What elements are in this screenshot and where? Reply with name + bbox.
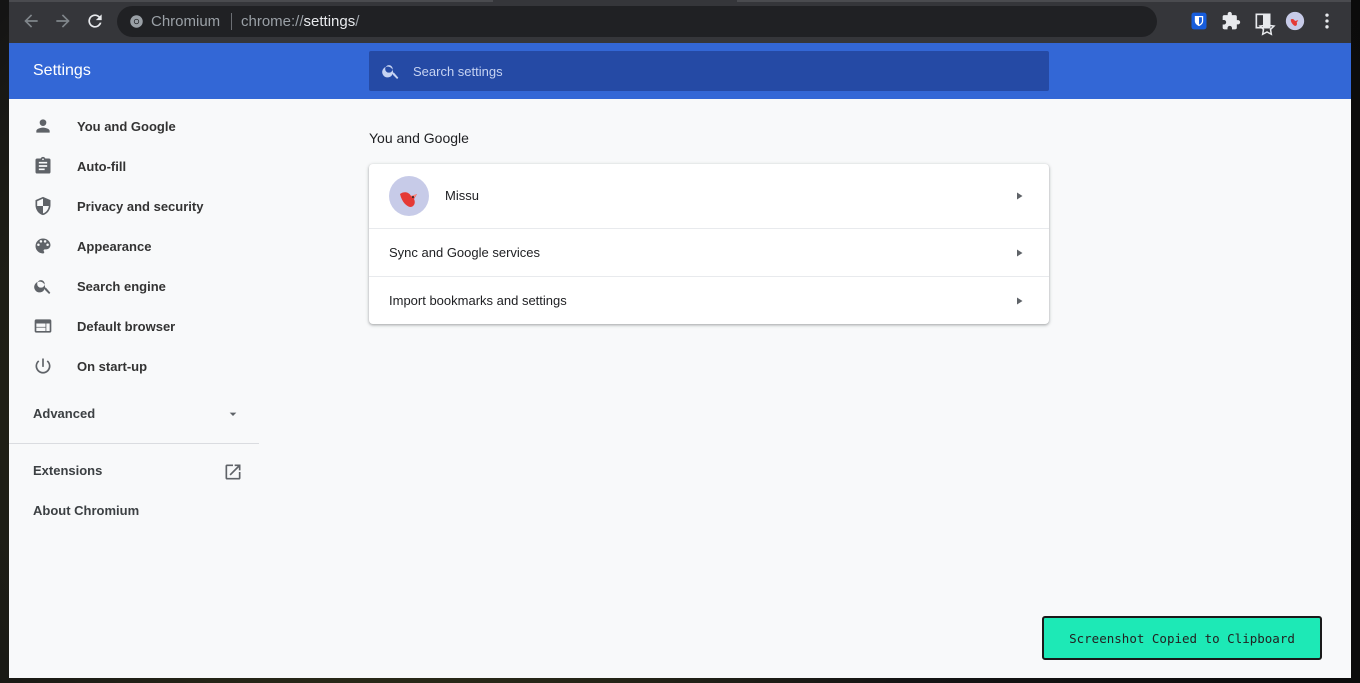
bitwarden-extension-button[interactable] [1187, 9, 1211, 33]
menu-button[interactable] [1315, 9, 1339, 33]
omnibox-divider [231, 13, 232, 30]
import-row[interactable]: Import bookmarks and settings [369, 277, 1049, 324]
sidebar-item-label: On start-up [77, 358, 148, 374]
sidebar-item-label: Default browser [77, 318, 176, 334]
person-icon [36, 119, 50, 133]
sidebar-item-label: Search engine [77, 278, 166, 294]
side-panel-button[interactable] [1251, 9, 1275, 33]
arrow-left-icon [24, 14, 38, 28]
browser-window: Chromium chrome://settings/ Settings Sea… [9, 0, 1351, 678]
search-icon [382, 65, 399, 79]
import-label: Import bookmarks and settings [389, 293, 567, 308]
address-bar[interactable]: Chromium chrome://settings/ [117, 6, 1276, 37]
arrow-right-icon [56, 14, 70, 28]
kebab-menu-icon [1325, 13, 1329, 29]
extensions-button[interactable] [1219, 9, 1243, 33]
extensions-label: Extensions [33, 463, 103, 478]
sidebar-advanced-toggle[interactable]: Advanced [9, 394, 259, 434]
sidebar-item-autofill[interactable]: Auto-fill [9, 146, 259, 186]
clipboard-icon [35, 156, 51, 174]
sidebar-item-label: Auto-fill [77, 158, 127, 174]
advanced-label: Advanced [33, 406, 96, 421]
caret-down-icon [229, 412, 237, 416]
settings-header: Settings [9, 43, 1351, 99]
sidebar-item-appearance[interactable]: Appearance [9, 226, 259, 266]
site-name: Chromium [151, 13, 221, 30]
profile-name: Missu [445, 188, 479, 203]
sidebar-item-default-browser[interactable]: Default browser [9, 306, 259, 346]
toast-message: Screenshot Copied to Clipboard [1069, 630, 1295, 646]
you-and-google-card: Missu Sync and Google services Import bo… [369, 164, 1049, 324]
profile-button[interactable] [1283, 9, 1307, 33]
forward-button[interactable] [51, 9, 75, 33]
avatar [389, 176, 429, 216]
sidebar-item-extensions[interactable]: Extensions [9, 451, 259, 491]
url-path: / [355, 13, 360, 30]
back-button[interactable] [19, 9, 43, 33]
section-title: You and Google [369, 130, 469, 146]
bitwarden-shield-icon [1191, 12, 1207, 30]
reload-icon [88, 14, 102, 28]
sidebar-item-label: Appearance [77, 238, 152, 254]
url-text: chrome://settings/ [241, 13, 359, 30]
power-icon [35, 358, 51, 374]
about-label: About Chromium [33, 503, 140, 518]
sidebar-item-label: Privacy and security [77, 198, 204, 214]
arrow-right-icon [1017, 192, 1023, 200]
sidebar-item-you-and-google[interactable]: You and Google [9, 106, 259, 146]
chromium-icon [130, 15, 143, 28]
sync-label: Sync and Google services [389, 245, 541, 260]
profile-avatar-icon [1285, 11, 1305, 31]
search-input[interactable] [413, 51, 1033, 91]
reload-button[interactable] [83, 9, 107, 33]
search-icon [34, 280, 51, 294]
bird-avatar-icon [400, 192, 417, 207]
tab-strip-edge [9, 0, 493, 2]
sidebar-item-about[interactable]: About Chromium [9, 491, 259, 531]
browser-window-icon [34, 319, 52, 333]
url-scheme: chrome:// [241, 13, 304, 30]
sidebar-item-search-engine[interactable]: Search engine [9, 266, 259, 306]
side-panel-icon [1255, 13, 1271, 29]
clipboard-toast: Screenshot Copied to Clipboard [1042, 616, 1322, 660]
url-host: settings [303, 13, 356, 30]
sidebar-item-privacy[interactable]: Privacy and security [9, 186, 259, 226]
arrow-right-icon [1017, 297, 1023, 305]
puzzle-icon [1222, 11, 1241, 30]
settings-sidebar: You and Google Auto-fill Privacy and sec… [9, 99, 259, 678]
open-in-new-icon [225, 464, 241, 480]
shield-icon [35, 196, 51, 216]
arrow-right-icon [1017, 249, 1023, 257]
search-box[interactable] [369, 51, 1049, 91]
sidebar-divider [9, 443, 259, 444]
profile-row[interactable]: Missu [369, 164, 1049, 228]
palette-icon [35, 238, 51, 254]
sidebar-item-on-startup[interactable]: On start-up [9, 346, 259, 386]
settings-title: Settings [33, 62, 91, 79]
sync-row[interactable]: Sync and Google services [369, 229, 1049, 276]
tab-strip-edge-right [737, 0, 1351, 2]
sidebar-item-label: You and Google [77, 118, 176, 134]
browser-toolbar: Chromium chrome://settings/ [9, 0, 1351, 43]
